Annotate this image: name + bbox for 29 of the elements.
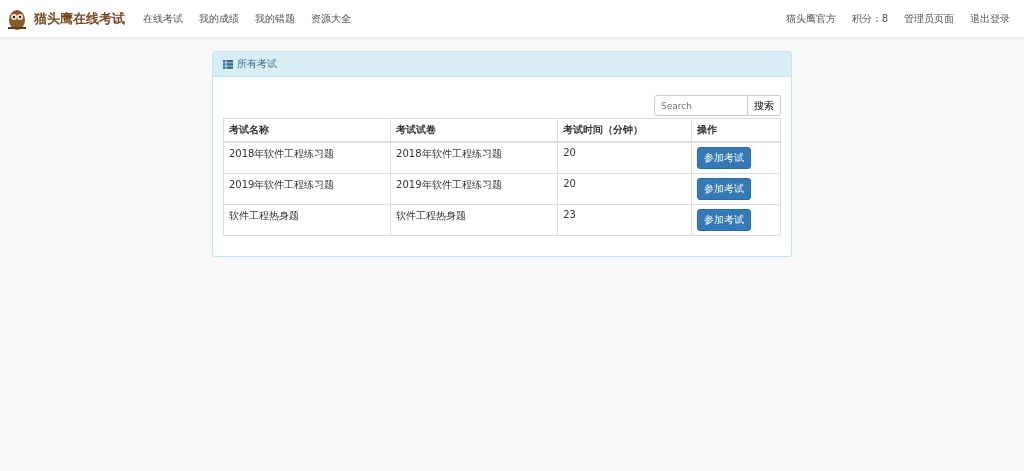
table-cell: 20 [557,173,692,205]
nav-link[interactable]: 我的错题 [247,11,303,26]
table-cell: 2019年软件工程练习题 [223,173,391,205]
search-button[interactable]: 搜索 [748,95,781,116]
nav-link[interactable]: 管理员页面 [896,11,962,26]
list-icon [223,59,233,69]
table-cell: 2018年软件工程练习题 [223,142,391,174]
table-cell: 软件工程热身题 [223,204,391,236]
panel-title: 所有考试 [237,57,277,71]
join-exam-button[interactable]: 参加考试 [696,178,751,200]
nav-link[interactable]: 我的成绩 [191,11,247,26]
table-cell: 软件工程热身题 [390,204,558,236]
table-cell: 20 [557,142,692,174]
join-exam-button[interactable]: 参加考试 [696,147,751,169]
nav-link[interactable]: 退出登录 [962,11,1018,26]
table-cell: 2019年软件工程练习题 [390,173,558,205]
column-header: 操作 [691,118,781,142]
nav-link[interactable]: 猫头鹰官方 [777,11,844,26]
search-field[interactable]: Search [654,95,748,116]
column-header: 考试时间（分钟） [557,118,692,142]
nav-link[interactable]: 在线考试 [135,11,191,26]
brand-link[interactable]: 猫头鹰在线考试 [6,6,125,31]
nav-link[interactable]: 资源大全 [303,11,359,26]
table-cell: 23 [557,204,692,236]
column-header: 考试试卷 [390,118,558,142]
join-exam-button[interactable]: 参加考试 [696,209,751,231]
column-header: 考试名称 [223,118,391,142]
nav-link[interactable]: 积分：8 [843,11,896,26]
table-cell: 2018年软件工程练习题 [390,142,558,174]
